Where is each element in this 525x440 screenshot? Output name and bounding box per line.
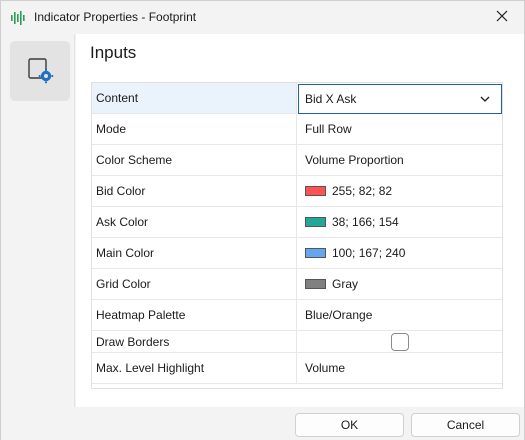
checkbox-cell (298, 331, 502, 352)
property-name: Max. Level Highlight (92, 353, 297, 383)
category-rail (1, 34, 75, 407)
chevron-down-icon (479, 93, 491, 105)
close-icon (496, 10, 508, 25)
property-row-mode[interactable]: Mode Full Row (92, 114, 502, 145)
property-row-color-scheme[interactable]: Color Scheme Volume Proportion (92, 145, 502, 176)
property-name: Main Color (92, 238, 297, 268)
color-text: 100; 167; 240 (332, 246, 406, 260)
draw-borders-checkbox[interactable] (391, 333, 409, 351)
close-button[interactable] (479, 1, 524, 34)
property-value[interactable]: Volume Proportion (298, 145, 502, 175)
color-value[interactable]: Gray (298, 269, 502, 299)
color-value[interactable]: 100; 167; 240 (298, 238, 502, 268)
property-name: Ask Color (92, 207, 297, 237)
page-title: Inputs (90, 43, 137, 62)
dialog-footer: OK Cancel (1, 407, 524, 440)
property-row-draw-borders[interactable]: Draw Borders (92, 331, 502, 353)
color-text: 255; 82; 82 (332, 184, 393, 198)
cancel-button[interactable]: Cancel (411, 413, 520, 437)
property-row-ask-color[interactable]: Ask Color 38; 166; 154 (92, 207, 502, 238)
color-text: Gray (332, 277, 359, 291)
color-swatch (305, 217, 326, 227)
property-name: Mode (92, 114, 297, 144)
property-row-bid-color[interactable]: Bid Color 255; 82; 82 (92, 176, 502, 207)
waveform-icon (10, 10, 26, 26)
property-row-heatmap-palette[interactable]: Heatmap Palette Blue/Orange (92, 300, 502, 331)
property-row-max-level-highlight[interactable]: Max. Level Highlight Volume (92, 353, 502, 384)
color-value[interactable]: 255; 82; 82 (298, 176, 502, 206)
indicator-settings-icon (26, 56, 54, 87)
property-name: Draw Borders (92, 331, 297, 352)
rail-item-inputs[interactable] (10, 41, 70, 101)
window-title: Indicator Properties - Footprint (34, 10, 197, 24)
property-grid: Content Bid X Ask Mode Full Row Color Sc… (91, 82, 503, 389)
ok-button[interactable]: OK (295, 413, 404, 437)
color-swatch (305, 248, 326, 258)
property-name: Bid Color (92, 176, 297, 206)
property-value[interactable]: Full Row (298, 114, 502, 144)
property-value[interactable]: Blue/Orange (298, 300, 502, 330)
main-panel: Inputs Content Bid X Ask Mode Full Row C… (76, 34, 524, 407)
color-swatch (305, 186, 326, 196)
property-name: Heatmap Palette (92, 300, 297, 330)
color-text: 38; 166; 154 (332, 215, 399, 229)
property-name: Color Scheme (92, 145, 297, 175)
property-name: Grid Color (92, 269, 297, 299)
dropdown-value: Bid X Ask (305, 92, 357, 106)
property-row-grid-color[interactable]: Grid Color Gray (92, 269, 502, 300)
color-value[interactable]: 38; 166; 154 (298, 207, 502, 237)
property-row-main-color[interactable]: Main Color 100; 167; 240 (92, 238, 502, 269)
indicator-properties-dialog: Indicator Properties - Footprint Inputs … (0, 0, 525, 440)
content-dropdown[interactable]: Bid X Ask (298, 84, 502, 114)
property-row-content[interactable]: Content Bid X Ask (92, 83, 502, 114)
property-value[interactable]: Volume (298, 353, 502, 383)
property-name: Content (92, 83, 297, 113)
title-bar: Indicator Properties - Footprint (1, 1, 524, 34)
color-swatch (305, 279, 326, 289)
